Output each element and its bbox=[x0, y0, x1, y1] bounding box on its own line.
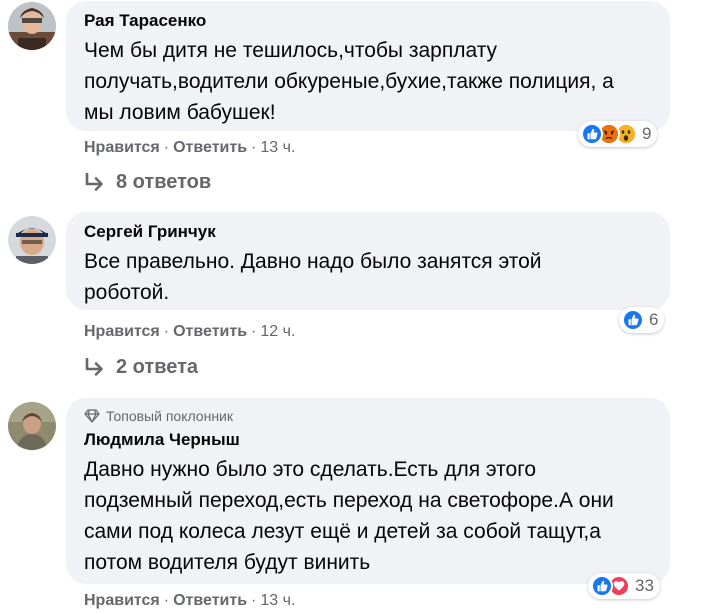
comment-bubble: Топовый поклонник Людмила Черныш Давно н… bbox=[66, 398, 670, 584]
separator-dot: · bbox=[251, 592, 257, 609]
like-icon bbox=[581, 123, 603, 145]
like-button[interactable]: Нравится bbox=[84, 139, 160, 156]
comment-text-line: получать,водители обкуреные,бухие,также … bbox=[84, 70, 614, 93]
comment-author[interactable]: Рая Тарасенко bbox=[84, 10, 652, 32]
comment-bubble: Сергей Гринчук Все правельно. Давно надо… bbox=[66, 212, 670, 310]
reactions-summary[interactable]: 6 bbox=[619, 307, 665, 333]
comment-bubble: Рая Тарасенко Чем бы дитя не тешилось,чт… bbox=[66, 1, 670, 131]
comment-timestamp[interactable]: 13 ч. bbox=[260, 139, 295, 156]
reply-button[interactable]: Ответить bbox=[173, 592, 247, 609]
view-replies-link[interactable]: 8 ответов bbox=[84, 171, 211, 194]
comments-section: Рая Тарасенко Чем бы дитя не тешилось,чт… bbox=[0, 0, 714, 614]
reply-arrow-icon bbox=[85, 357, 103, 376]
like-icon bbox=[622, 309, 644, 331]
comment-text-line: потом водителя будут винить bbox=[84, 551, 371, 574]
comment-timestamp[interactable]: 12 ч. bbox=[260, 323, 295, 340]
reaction-count: 6 bbox=[649, 310, 659, 329]
comment-author[interactable]: Людмила Черныш bbox=[84, 429, 652, 451]
comment-actions: Нравится · Ответить · 13 ч. bbox=[84, 138, 295, 158]
avatar[interactable] bbox=[8, 2, 56, 50]
comment-text-line: Давно нужно было это сделать.Есть для эт… bbox=[84, 458, 537, 481]
reaction-count: 33 bbox=[635, 576, 654, 595]
avatar[interactable] bbox=[8, 402, 56, 450]
comment-author[interactable]: Сергей Гринчук bbox=[84, 221, 652, 243]
reaction-count: 9 bbox=[642, 124, 652, 143]
separator-dot: · bbox=[163, 139, 170, 156]
comment-text-line: роботой. bbox=[84, 281, 170, 304]
diamond-icon bbox=[84, 409, 100, 423]
reactions-summary[interactable]: 9 bbox=[578, 121, 658, 147]
replies-count-label: 2 ответа bbox=[116, 356, 199, 378]
top-fan-badge: Топовый поклонник bbox=[84, 407, 652, 425]
avatar[interactable] bbox=[8, 216, 56, 264]
reply-button[interactable]: Ответить bbox=[173, 323, 247, 340]
like-button[interactable]: Нравится bbox=[84, 323, 160, 340]
like-icon bbox=[591, 575, 613, 597]
badge-label: Топовый поклонник bbox=[106, 408, 233, 424]
separator-dot: · bbox=[163, 592, 170, 609]
comment-text-line: подземный переход,есть переход на светоф… bbox=[84, 489, 614, 512]
separator-dot: · bbox=[163, 323, 170, 340]
like-button[interactable]: Нравится bbox=[84, 592, 160, 609]
view-replies-link[interactable]: 2 ответа bbox=[84, 356, 198, 379]
reply-arrow-icon bbox=[85, 172, 103, 191]
comment-text-line: Чем бы дитя не тешилось,чтобы зарплату bbox=[84, 39, 498, 62]
replies-count-label: 8 ответов bbox=[116, 171, 212, 193]
comment-actions: Нравится · Ответить · 13 ч. bbox=[84, 591, 295, 611]
reply-button[interactable]: Ответить bbox=[173, 139, 247, 156]
comment-text-line: сами под колеса лезут ещё и детей за соб… bbox=[84, 520, 601, 543]
comment-actions: Нравится · Ответить · 12 ч. bbox=[84, 322, 295, 342]
comment-text-line: Все правельно. Давно надо было занятся э… bbox=[84, 250, 542, 273]
separator-dot: · bbox=[251, 139, 257, 156]
separator-dot: · bbox=[251, 323, 257, 340]
comment-timestamp[interactable]: 13 ч. bbox=[260, 592, 295, 609]
reactions-summary[interactable]: 33 bbox=[588, 573, 660, 599]
comment-text-line: мы ловим бабушек! bbox=[84, 101, 276, 124]
